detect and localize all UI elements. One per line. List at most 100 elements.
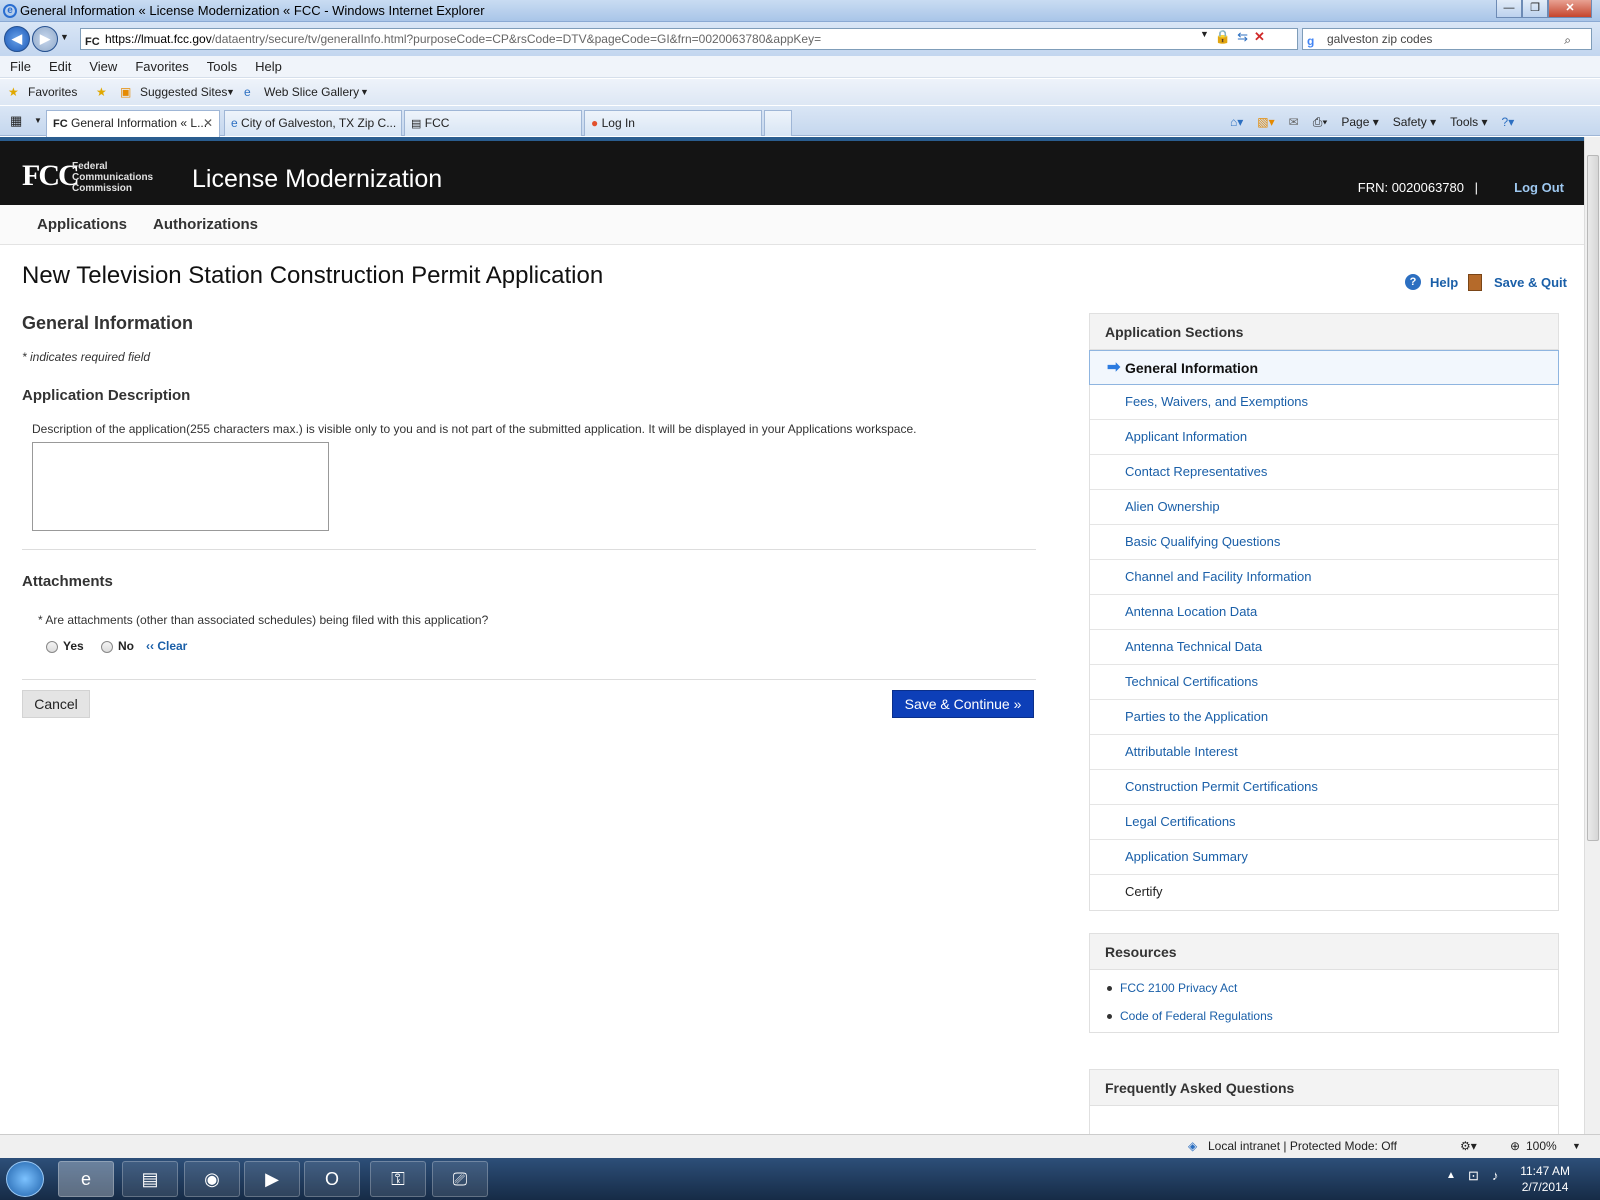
suggested-dropdown-icon[interactable]: ▼	[226, 79, 235, 105]
close-tab-icon[interactable]: ✕	[203, 111, 213, 135]
menu-edit[interactable]: Edit	[49, 56, 71, 77]
home-icon[interactable]: ⌂▾	[1230, 112, 1243, 132]
tab-label: City of Galveston, TX Zip C...	[241, 116, 397, 130]
section-antenna-location-data[interactable]: Antenna Location Data	[1090, 595, 1558, 630]
clear-selection-link[interactable]: ‹‹ Clear	[146, 639, 187, 653]
attachments-yes-radio[interactable]	[46, 641, 58, 653]
section-contact-representatives[interactable]: Contact Representatives	[1090, 455, 1558, 490]
attachments-no-label[interactable]: No	[118, 639, 134, 653]
resources-heading: Resources	[1090, 934, 1558, 970]
taskbar-outlook-icon[interactable]: O	[304, 1161, 360, 1197]
resource-cfr-link[interactable]: Code of Federal Regulations	[1090, 1002, 1558, 1030]
attachments-yes-label[interactable]: Yes	[63, 639, 84, 653]
section-general-information[interactable]: ➡ General Information	[1089, 350, 1559, 385]
menu-favorites[interactable]: Favorites	[135, 56, 188, 77]
web-slice-dropdown-icon[interactable]: ▼	[360, 79, 369, 105]
network-icon[interactable]: ⊡	[1468, 1168, 1479, 1184]
zoom-level[interactable]: 100%	[1526, 1135, 1557, 1157]
tab-fcc[interactable]: ▤ FCC	[404, 110, 582, 136]
logout-link[interactable]: Log Out	[1514, 180, 1564, 195]
zoom-dropdown-icon[interactable]: ▼	[1572, 1135, 1581, 1157]
tools-menu[interactable]: Tools ▾	[1450, 112, 1487, 132]
taskbar-ie-icon[interactable]: e	[58, 1161, 114, 1197]
taskbar-remote-desktop-icon[interactable]: ⎚	[432, 1161, 488, 1197]
section-alien-ownership[interactable]: Alien Ownership	[1090, 490, 1558, 525]
history-dropdown-icon[interactable]: ▼	[60, 32, 69, 42]
new-tab-button[interactable]	[764, 110, 792, 136]
print-icon[interactable]: ⎙▾	[1313, 112, 1328, 132]
suggested-sites-link[interactable]: Suggested Sites	[140, 79, 227, 105]
volume-icon[interactable]: ♪	[1492, 1168, 1499, 1183]
scrollbar-thumb[interactable]	[1587, 155, 1599, 841]
address-input[interactable]: FC https://lmuat.fcc.gov/dataentry/secur…	[80, 28, 1298, 50]
tab-general-information[interactable]: FC General Information « L... ✕	[46, 110, 220, 137]
taskbar-chrome-icon[interactable]: ◉	[184, 1161, 240, 1197]
section-applicant-information[interactable]: Applicant Information	[1090, 420, 1558, 455]
show-hidden-icons-icon[interactable]: ▲	[1446, 1170, 1456, 1181]
system-clock[interactable]: 11:47 AM 2/7/2014	[1520, 1163, 1570, 1195]
section-application-summary[interactable]: Application Summary	[1090, 840, 1558, 875]
help-menu-icon[interactable]: ?▾	[1502, 112, 1515, 132]
save-quit-link[interactable]: Save & Quit	[1494, 275, 1567, 290]
section-fees-waivers[interactable]: Fees, Waivers, and Exemptions	[1090, 385, 1558, 420]
refresh-icon[interactable]: ⇆	[1237, 29, 1248, 45]
menu-view[interactable]: View	[89, 56, 117, 77]
maximize-button[interactable]: ❐	[1522, 0, 1548, 18]
search-icon[interactable]: ⌕	[1564, 30, 1571, 50]
search-input[interactable]: g galveston zip codes ⌕	[1302, 28, 1592, 50]
page-menu[interactable]: Page ▾	[1341, 112, 1378, 132]
web-slice-gallery-link[interactable]: Web Slice Gallery	[264, 79, 359, 105]
section-legal-certifications[interactable]: Legal Certifications	[1090, 805, 1558, 840]
forward-button[interactable]: ▶	[32, 26, 58, 52]
section-parties-to-application[interactable]: Parties to the Application	[1090, 700, 1558, 735]
cancel-button[interactable]: Cancel	[22, 690, 90, 718]
ie-icon: e	[3, 4, 17, 18]
page-scrollbar[interactable]	[1584, 137, 1600, 1134]
menu-tools[interactable]: Tools	[207, 56, 237, 77]
section-technical-certifications[interactable]: Technical Certifications	[1090, 665, 1558, 700]
help-icon[interactable]: ?	[1405, 274, 1421, 290]
taskbar-media-player-icon[interactable]: ▶	[244, 1161, 300, 1197]
nav-applications[interactable]: Applications	[37, 216, 127, 233]
section-channel-facility-information[interactable]: Channel and Facility Information	[1090, 560, 1558, 595]
save-quit-icon[interactable]	[1468, 274, 1482, 291]
section-antenna-technical-data[interactable]: Antenna Technical Data	[1090, 630, 1558, 665]
taskbar-explorer-icon[interactable]: ▤	[122, 1161, 178, 1197]
tab-log-in[interactable]: ● Log In	[584, 110, 762, 136]
minimize-button[interactable]: —	[1496, 0, 1522, 18]
fcc-logo[interactable]: FCC	[22, 159, 80, 193]
taskbar-security-app-icon[interactable]: ⚿	[370, 1161, 426, 1197]
current-arrow-icon: ➡	[1107, 359, 1121, 376]
save-continue-button[interactable]: Save & Continue »	[892, 690, 1034, 718]
start-button[interactable]	[6, 1161, 44, 1197]
lock-icon[interactable]: 🔒	[1215, 29, 1231, 45]
tab-list-dropdown-icon[interactable]: ▼	[34, 116, 42, 125]
favorites-button[interactable]: Favorites	[28, 79, 77, 105]
section-attributable-interest[interactable]: Attributable Interest	[1090, 735, 1558, 770]
tab-city-of-galveston[interactable]: e City of Galveston, TX Zip C...	[224, 110, 402, 136]
safety-menu[interactable]: Safety ▾	[1393, 112, 1436, 132]
section-basic-qualifying-questions[interactable]: Basic Qualifying Questions	[1090, 525, 1558, 560]
clock-time: 11:47 AM	[1520, 1164, 1570, 1178]
attachments-no-radio[interactable]	[101, 641, 113, 653]
read-mail-icon[interactable]: ✉	[1289, 112, 1299, 132]
add-favorite-icon[interactable]: ★	[96, 79, 107, 105]
app-title[interactable]: License Modernization	[192, 165, 442, 194]
section-construction-permit-certifications[interactable]: Construction Permit Certifications	[1090, 770, 1558, 805]
nav-authorizations[interactable]: Authorizations	[153, 216, 258, 233]
resource-privacy-act-link[interactable]: FCC 2100 Privacy Act	[1090, 974, 1558, 1002]
menu-file[interactable]: File	[10, 56, 31, 77]
app-description-textarea[interactable]	[32, 442, 329, 531]
application-sections-heading: Application Sections	[1090, 314, 1558, 350]
close-window-button[interactable]: ✕	[1548, 0, 1592, 18]
taskbar: e ▤ ◉ ▶ O ⚿ ⎚ ▲ ⊡ ♪ 11:47 AM 2/7/2014	[0, 1158, 1600, 1200]
back-button[interactable]: ◀	[4, 26, 30, 52]
stop-icon[interactable]: ✕	[1254, 29, 1265, 45]
security-zone-text[interactable]: Local intranet | Protected Mode: Off	[1208, 1135, 1397, 1157]
feeds-icon[interactable]: ▧▾	[1257, 112, 1274, 132]
help-link[interactable]: Help	[1430, 275, 1458, 290]
quick-tabs-icon[interactable]: ▦	[10, 113, 22, 129]
protected-mode-icon[interactable]: ⚙▾	[1460, 1135, 1477, 1157]
menu-help[interactable]: Help	[255, 56, 282, 77]
address-dropdown-icon[interactable]: ▼	[1200, 29, 1209, 45]
